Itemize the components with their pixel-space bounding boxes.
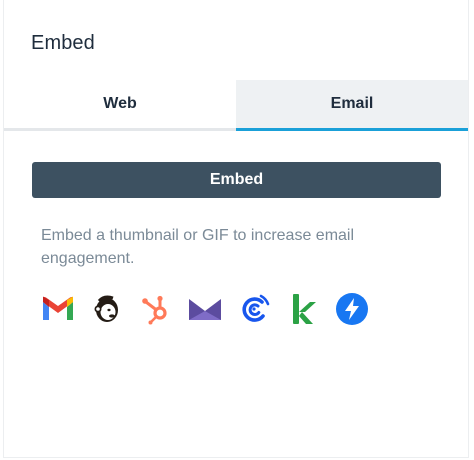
hubspot-icon[interactable] [139,292,173,326]
marketo-icon[interactable] [188,292,222,326]
embed-description: Embed a thumbnail or GIF to increase ema… [41,227,355,267]
klaviyo-icon[interactable] [286,292,320,326]
campaign-monitor-icon[interactable] [335,292,369,326]
mailchimp-icon[interactable] [90,292,124,326]
tab-email[interactable]: Email [236,80,468,131]
email-integrations [41,292,369,328]
embed-tabs: Web Email [4,80,468,131]
gmail-icon[interactable] [41,292,75,326]
embed-panel: Embed Web Email Embed Embed a thumbnail … [3,0,469,458]
panel-title: Embed [31,32,95,54]
tab-web[interactable]: Web [4,80,236,131]
constant-contact-icon[interactable] [237,292,271,326]
embed-button[interactable]: Embed [32,162,441,198]
